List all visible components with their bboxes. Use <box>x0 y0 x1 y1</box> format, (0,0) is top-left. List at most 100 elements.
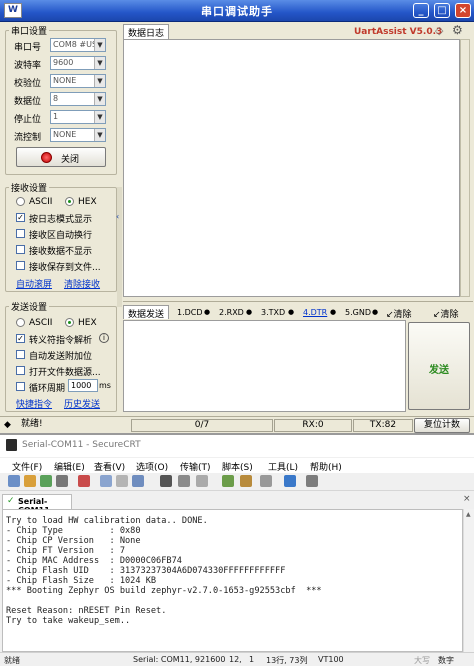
shortcut-commands-link[interactable]: 快捷指令 <box>16 397 52 410</box>
collapse-arrow-icon[interactable]: ‹ <box>116 212 122 222</box>
close-icon[interactable]: × <box>455 3 471 18</box>
send-history-link[interactable]: 历史发送 <box>64 397 100 410</box>
reset-counter-button[interactable]: 复位计数 <box>414 418 470 433</box>
connect-icon[interactable] <box>8 475 20 487</box>
menu-tools[interactable]: 工具(L) <box>268 460 298 473</box>
chevron-down-icon[interactable]: ▼ <box>94 39 105 51</box>
paste-icon[interactable] <box>116 475 128 487</box>
sftp-icon[interactable] <box>222 475 234 487</box>
crt-status-serial: Serial: COM11, 921600 <box>133 655 226 664</box>
clear-send-button[interactable]: ↙清除 <box>433 307 459 320</box>
print-icon[interactable] <box>160 475 172 487</box>
crt-status-num: 数字 <box>438 656 454 665</box>
close-port-button[interactable]: 关闭 <box>16 147 106 167</box>
tab-data-log[interactable]: 数据日志 <box>123 24 170 40</box>
recv-save-file-checkbox[interactable] <box>16 261 25 270</box>
menu-transfer[interactable]: 传输(T) <box>180 460 211 473</box>
recv-hex-label: HEX <box>78 197 97 207</box>
tab-serial-com11[interactable]: ✓ Serial-COM11 <box>2 494 72 515</box>
menu-view[interactable]: 查看(V) <box>94 460 125 473</box>
crt-status-rows-cols: 13行, 73列 <box>266 656 308 665</box>
flow-select[interactable]: NONE ▼ <box>50 128 106 142</box>
copy-icon[interactable] <box>100 475 112 487</box>
help-icon[interactable] <box>284 475 296 487</box>
parity-select[interactable]: NONE ▼ <box>50 74 106 88</box>
terminal-line: Try to load HW calibration data.. DONE. <box>6 516 208 526</box>
terminal-line: - Chip FT Version : 7 <box>6 546 125 556</box>
chevron-down-icon[interactable]: ▼ <box>94 57 105 69</box>
led-icon: ● <box>246 308 253 316</box>
clear-log-label: 清除 <box>393 310 412 320</box>
scroll-up-icon[interactable]: ▲ <box>466 511 471 518</box>
maximize-icon[interactable]: □ <box>434 3 450 18</box>
terminal-output[interactable]: Try to load HW calibration data.. DONE. … <box>2 509 463 652</box>
menu-edit[interactable]: 编辑(E) <box>54 460 85 473</box>
baud-select[interactable]: 9600 ▼ <box>50 56 106 70</box>
recv-log-mode-checkbox[interactable]: ✓ <box>16 213 25 222</box>
send-button[interactable]: 发送 <box>408 322 470 410</box>
connected-check-icon: ✓ <box>7 496 15 506</box>
clear-send-label: 清除 <box>440 310 459 320</box>
send-option-label: 打开文件数据源... <box>29 368 101 378</box>
quick-connect-icon[interactable] <box>24 475 36 487</box>
disconnect-icon[interactable] <box>78 475 90 487</box>
status-tx: TX:82 <box>353 419 413 432</box>
connect-tab-icon[interactable] <box>40 475 52 487</box>
menu-options[interactable]: 选项(O) <box>136 460 168 473</box>
send-ascii-radio[interactable] <box>16 318 25 327</box>
signal-rxd: 2.RXD <box>219 308 244 317</box>
recv-autowrap-checkbox[interactable] <box>16 229 25 238</box>
uartassist-window: W 串口调试助手 _ □ × 串口设置 串口号 COM8 #USI ▼ 波特率 9… <box>0 0 474 433</box>
menu-help[interactable]: 帮助(H) <box>310 460 342 473</box>
databits-select[interactable]: 8 ▼ <box>50 92 106 106</box>
recv-hex-radio[interactable] <box>65 197 74 206</box>
print-setup-icon[interactable] <box>178 475 190 487</box>
clear-receive-link[interactable]: 清除接收 <box>64 277 100 290</box>
stopbits-select[interactable]: 1 ▼ <box>50 110 106 124</box>
send-append-checkbox[interactable] <box>16 350 25 359</box>
tab-data-send[interactable]: 数据发送 <box>123 305 170 320</box>
menu-file[interactable]: 文件(F) <box>12 460 42 473</box>
chevron-down-icon[interactable]: ▼ <box>94 111 105 123</box>
send-hex-radio[interactable] <box>65 318 74 327</box>
recv-ascii-radio[interactable] <box>16 197 25 206</box>
clear-log-button[interactable]: ↙清除 <box>386 307 412 320</box>
status-led-icon <box>41 152 52 163</box>
send-input-area[interactable] <box>123 320 406 412</box>
session-options-icon[interactable] <box>196 475 208 487</box>
pane-splitter[interactable] <box>117 187 122 307</box>
find-icon[interactable] <box>132 475 144 487</box>
send-file-source-checkbox[interactable] <box>16 366 25 375</box>
lock-icon[interactable] <box>306 475 318 487</box>
send-loop-checkbox[interactable] <box>16 382 25 391</box>
keymap-icon[interactable] <box>240 475 252 487</box>
log-scrollbar[interactable] <box>460 39 470 297</box>
loop-period-input[interactable]: 1000 <box>68 379 98 392</box>
recv-ascii-label: ASCII <box>29 197 53 207</box>
auto-scroll-link[interactable]: 自动滚屏 <box>16 277 52 290</box>
send-escape-checkbox[interactable]: ✓ <box>16 334 25 343</box>
signal-dtr[interactable]: 4.DTR <box>303 308 327 317</box>
menu-script[interactable]: 脚本(S) <box>222 460 253 473</box>
settings-icon[interactable] <box>260 475 272 487</box>
settings-gear-icon[interactable]: ⚙ <box>452 23 466 37</box>
terminal-scrollbar[interactable]: ▲ <box>463 509 474 652</box>
crt-toolbar <box>0 473 474 491</box>
tab-close-icon[interactable]: × <box>463 494 471 504</box>
terminal-line: - Chip Type : 0x80 <box>6 526 141 536</box>
status-rx: RX:0 <box>274 419 352 432</box>
crt-app-icon <box>6 439 17 451</box>
port-value: COM8 #USI <box>53 40 100 49</box>
diamond-icon[interactable]: ◇ <box>435 24 448 37</box>
receive-log-area[interactable] <box>123 39 460 297</box>
info-icon[interactable]: i <box>99 333 109 343</box>
minimize-icon[interactable]: _ <box>413 3 429 18</box>
reconnect-icon[interactable] <box>56 475 68 487</box>
chevron-down-icon[interactable]: ▼ <box>94 93 105 105</box>
port-select[interactable]: COM8 #USI ▼ <box>50 38 106 52</box>
led-icon: ● <box>330 308 337 316</box>
recv-hide-checkbox[interactable] <box>16 245 25 254</box>
chevron-down-icon[interactable]: ▼ <box>94 129 105 141</box>
chevron-down-icon[interactable]: ▼ <box>94 75 105 87</box>
brand-link[interactable]: UartAssist V5.0.3 <box>354 27 442 37</box>
